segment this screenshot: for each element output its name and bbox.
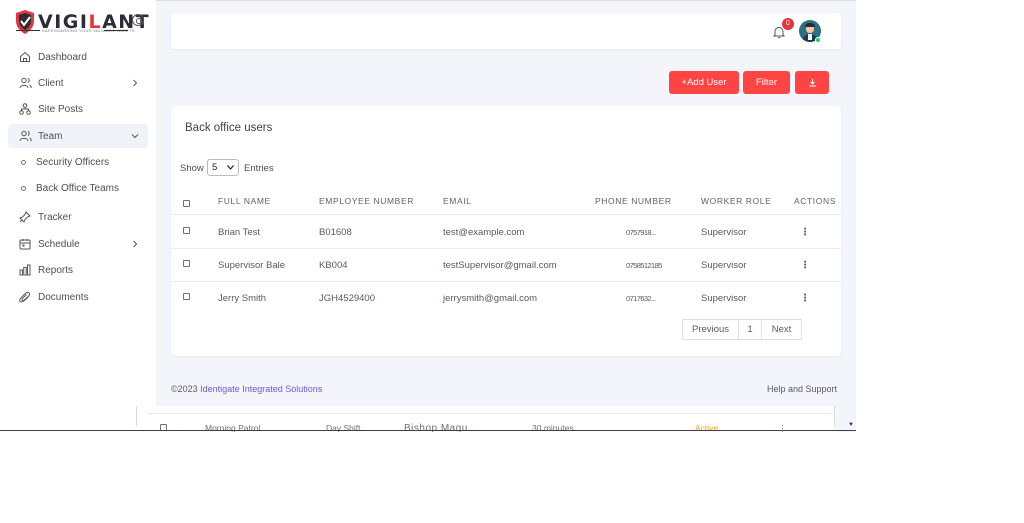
cell-full-name: Supervisor Bale — [218, 260, 286, 271]
pagination-next-button[interactable]: Next — [761, 319, 802, 340]
row-actions-menu-icon[interactable]: ⋮ — [800, 293, 810, 305]
bar-chart-icon — [18, 263, 32, 277]
sidebar-item-label: Site Posts — [38, 103, 84, 115]
row-divider — [171, 281, 841, 282]
footer-copyright: ©2023 Identigate Integrated Solutions — [171, 384, 322, 394]
entries-label: Entries — [244, 163, 274, 174]
pagination-previous-button[interactable]: Previous — [682, 319, 739, 340]
shield-logo-icon — [16, 10, 34, 34]
download-button[interactable] — [795, 71, 829, 94]
pin-icon — [18, 210, 32, 224]
users-icon — [18, 76, 32, 90]
sidebar-item-label: Documents — [38, 291, 89, 303]
background-row-divider — [147, 413, 835, 414]
column-header-worker-role[interactable]: WORKER ROLE — [701, 196, 771, 206]
background-panel-edge — [136, 406, 137, 426]
cell-email: testSupervisor@gmail.com — [443, 260, 557, 271]
sidebar-item-label: Client — [38, 77, 64, 89]
sidebar-item-documents[interactable]: Documents — [8, 285, 148, 309]
row-divider — [171, 248, 841, 249]
page-size-value: 5 — [212, 162, 218, 173]
cell-employee-number: KB004 — [319, 260, 348, 271]
sidebar-item-tracker[interactable]: Tracker — [8, 205, 148, 229]
sidebar-subitem-back-office-teams[interactable]: Back Office Teams — [8, 177, 148, 199]
sidebar-item-label: Back Office Teams — [36, 182, 119, 194]
tagline-rule-left — [16, 30, 40, 31]
column-header-employee-number[interactable]: EMPLOYEE NUMBER — [319, 196, 414, 206]
scroll-down-arrow-icon[interactable]: ▼ — [848, 422, 854, 428]
sidebar-item-dashboard[interactable]: Dashboard — [8, 45, 148, 69]
cell-worker-role: Supervisor — [701, 227, 747, 238]
sidebar-item-reports[interactable]: Reports — [8, 258, 148, 282]
add-user-button[interactable]: +Add User — [669, 71, 739, 94]
pagination-page-button[interactable]: 1 — [738, 319, 762, 340]
sidebar-item-label: Schedule — [38, 238, 80, 250]
sidebar-item-label: Reports — [38, 264, 74, 276]
select-all-checkbox[interactable] — [183, 200, 190, 207]
cell-worker-role: Supervisor — [701, 260, 747, 271]
sidebar-item-client[interactable]: Client — [8, 71, 148, 95]
paperclip-icon — [18, 290, 32, 304]
row-checkbox[interactable] — [183, 293, 190, 300]
row-actions-menu-icon[interactable]: ⋮ — [800, 260, 810, 272]
sidebar-item-team[interactable]: Team — [8, 124, 148, 148]
bullet-icon — [21, 185, 26, 191]
chevron-right-icon — [133, 79, 138, 87]
sidebar-item-site-posts[interactable]: Site Posts — [8, 97, 148, 121]
tagline-rule-right — [104, 30, 128, 31]
card-title: Back office users — [185, 122, 273, 134]
cell-full-name: Jerry Smith — [218, 293, 267, 304]
header-divider — [171, 214, 841, 215]
users-icon — [18, 129, 32, 143]
cell-phone-number: 0757918... — [626, 228, 656, 237]
sidebar: VIGILANT SAFEGUARDING YOUR VALUABLE ASSE… — [0, 0, 156, 432]
sidebar-item-label: Dashboard — [38, 51, 87, 63]
column-header-phone-number[interactable]: PHONE NUMBER — [595, 196, 672, 206]
online-status-dot — [815, 37, 821, 43]
cell-worker-role: Supervisor — [701, 293, 747, 304]
help-support-link[interactable]: Help and Support — [767, 384, 837, 394]
sidebar-item-schedule[interactable]: Schedule — [8, 232, 148, 256]
bullet-icon — [21, 159, 26, 165]
cell-employee-number: JGH4529400 — [319, 293, 375, 304]
chevron-down-icon — [227, 165, 234, 170]
app-window: VIGILANT SAFEGUARDING YOUR VALUABLE ASSE… — [0, 0, 856, 432]
cell-phone-number: 0717632... — [626, 294, 656, 303]
page-size-select[interactable]: 5 — [207, 159, 239, 176]
cell-phone-number: 0758512185 — [626, 261, 662, 270]
top-header: 0 — [171, 13, 841, 49]
copyright-text: ©2023 — [171, 384, 201, 394]
download-icon — [808, 79, 816, 87]
window-bottom-border — [0, 430, 856, 431]
sidebar-toggle-icon[interactable] — [132, 14, 144, 26]
sitemap-icon — [18, 102, 32, 116]
cell-full-name: Brian Test — [218, 227, 261, 238]
sidebar-item-label: Tracker — [38, 211, 72, 223]
column-header-actions: ACTIONS — [794, 196, 836, 206]
back-office-users-card: Back office users Show 5 Entries FULL NA… — [171, 106, 841, 356]
cell-employee-number: B01608 — [319, 227, 352, 238]
cell-email: jerrysmith@gmail.com — [443, 293, 538, 304]
background-panel-edge — [834, 406, 835, 426]
row-actions-menu-icon[interactable]: ⋮ — [800, 227, 810, 239]
notification-badge: 0 — [782, 18, 794, 30]
chevron-right-icon — [133, 240, 138, 248]
filter-button[interactable]: Filter — [743, 71, 790, 94]
sidebar-item-label: Team — [38, 130, 63, 142]
row-checkbox[interactable] — [183, 260, 190, 267]
chevron-down-icon — [131, 134, 139, 139]
row-checkbox[interactable] — [183, 227, 190, 234]
avatar-hair — [805, 23, 815, 27]
show-label: Show — [180, 163, 204, 174]
column-header-full-name[interactable]: FULL NAME — [218, 196, 271, 206]
sidebar-subitem-security-officers[interactable]: Security Officers — [8, 151, 148, 173]
home-icon — [18, 50, 32, 64]
cell-email: test@example.com — [443, 227, 525, 238]
company-link[interactable]: Identigate Integrated Solutions — [200, 384, 322, 394]
sidebar-item-label: Security Officers — [36, 156, 110, 168]
column-header-email[interactable]: EMAIL — [443, 196, 472, 206]
calendar-icon — [18, 237, 32, 251]
avatar-collar — [808, 34, 812, 40]
